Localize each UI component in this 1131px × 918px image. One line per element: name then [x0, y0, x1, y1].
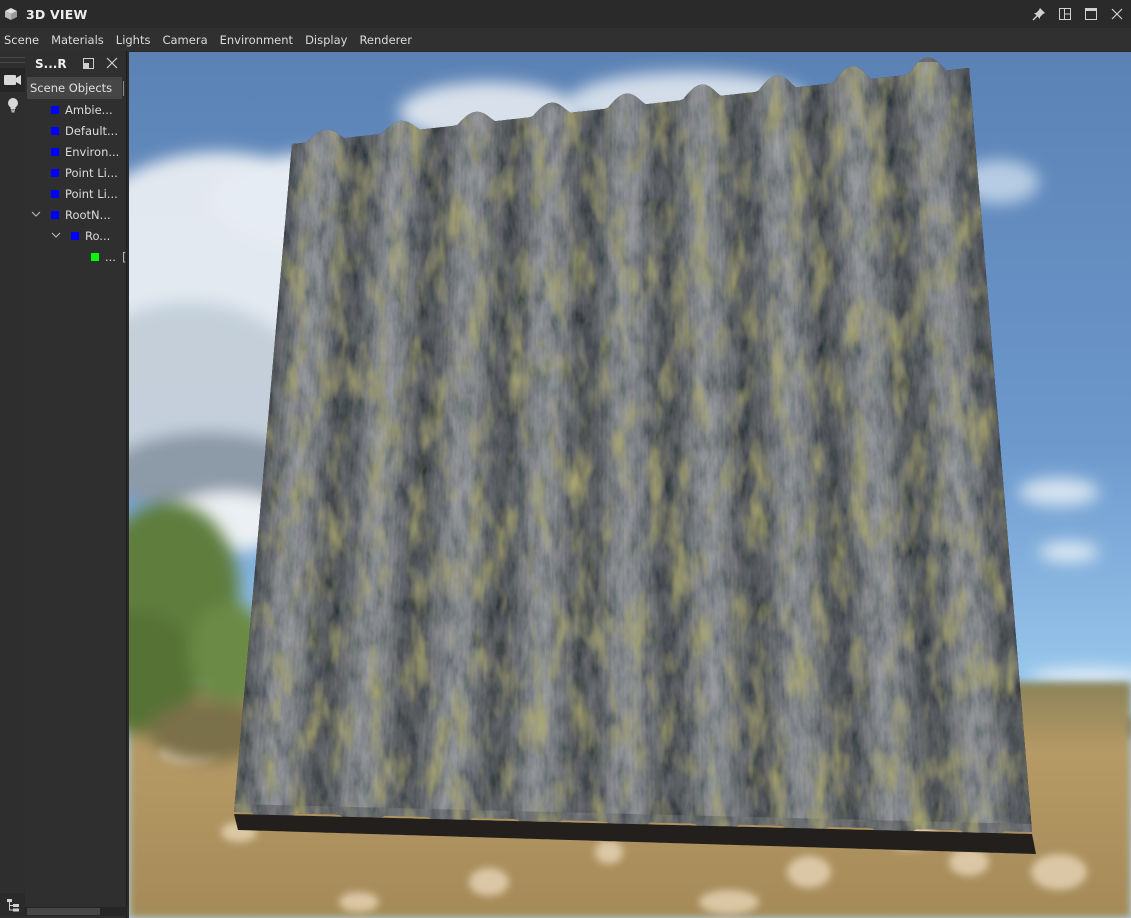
menu-materials[interactable]: Materials	[51, 33, 104, 47]
tree-item-label: ...	[105, 250, 116, 264]
viewport-render	[129, 52, 1131, 918]
tree-item[interactable]: Default...	[25, 121, 127, 142]
panel-horizontal-scrollbar[interactable]	[25, 907, 127, 916]
column-separator[interactable]	[123, 81, 124, 96]
object-color-swatch	[91, 253, 99, 261]
panel-close-icon[interactable]	[105, 56, 119, 70]
tree-item-label: Environ...	[65, 145, 120, 159]
scene-tree-toggle-button[interactable]	[0, 893, 25, 916]
3d-viewport[interactable]	[129, 52, 1131, 918]
panel-header: S...R	[25, 51, 126, 76]
menu-display[interactable]: Display	[305, 33, 347, 47]
object-color-swatch	[51, 169, 59, 177]
object-color-swatch	[51, 211, 59, 219]
object-color-swatch	[71, 232, 79, 240]
object-color-swatch	[51, 190, 59, 198]
tree-item-label: Ro...	[85, 229, 111, 243]
cube-icon	[5, 8, 17, 20]
menu-renderer[interactable]: Renderer	[359, 33, 412, 47]
tree-item-label: RootN...	[65, 208, 111, 222]
chevron-down-icon[interactable]	[51, 230, 61, 240]
hierarchy-icon	[6, 898, 19, 911]
tree-item[interactable]: Environ...	[25, 142, 127, 163]
chevron-down-icon[interactable]	[31, 209, 41, 219]
lightbulb-icon	[7, 98, 18, 113]
menu-environment[interactable]: Environment	[220, 33, 293, 47]
camera-icon	[3, 75, 21, 85]
tree-item-extra: [	[122, 250, 127, 264]
tree-item-label: Point Li...	[65, 166, 118, 180]
menu-lights[interactable]: Lights	[116, 33, 151, 47]
pin-icon	[1032, 8, 1045, 21]
pin-button[interactable]	[1029, 4, 1049, 24]
menu-bar: Scene Materials Lights Camera Environmen…	[0, 28, 1131, 51]
tree-item-label: Point Li...	[65, 187, 118, 201]
menu-scene[interactable]: Scene	[4, 33, 39, 47]
maximize-icon	[1085, 8, 1097, 20]
scene-tree: Ambie... Default... Environ... Point Li.…	[25, 100, 127, 268]
layout-icon	[1059, 8, 1071, 20]
tree-item[interactable]: RootN...	[25, 205, 127, 226]
tree-item[interactable]: Ro...	[25, 226, 127, 247]
tree-item[interactable]: Ambie...	[25, 100, 127, 121]
tree-item-label: Default...	[65, 124, 118, 138]
camera-tool-button[interactable]	[0, 68, 25, 92]
tree-item[interactable]: Point Li...	[25, 184, 127, 205]
left-toolbar	[0, 51, 25, 918]
object-color-swatch	[51, 148, 59, 156]
object-color-swatch	[51, 127, 59, 135]
maximize-button[interactable]	[1081, 4, 1101, 24]
float-panel-button[interactable]	[83, 58, 94, 69]
tree-item-label: Ambie...	[65, 103, 113, 117]
tree-item[interactable]: Point Li...	[25, 163, 127, 184]
toolbar-grip[interactable]	[0, 57, 25, 63]
scene-panel: S...R Scene Objects Ambie... Default... …	[25, 51, 127, 918]
scrollbar-thumb[interactable]	[27, 908, 100, 915]
menu-camera[interactable]: Camera	[162, 33, 207, 47]
panel-title: S...R	[35, 56, 67, 71]
window-title: 3D VIEW	[26, 6, 88, 22]
object-color-swatch	[51, 106, 59, 114]
light-tool-button[interactable]	[0, 93, 25, 117]
close-icon	[1111, 8, 1123, 20]
column-header-scene-objects[interactable]: Scene Objects	[27, 77, 122, 99]
layout-button[interactable]	[1055, 4, 1075, 24]
close-button[interactable]	[1107, 4, 1127, 24]
title-bar: 3D VIEW	[0, 0, 1131, 28]
tree-item[interactable]: ... [	[25, 247, 127, 268]
